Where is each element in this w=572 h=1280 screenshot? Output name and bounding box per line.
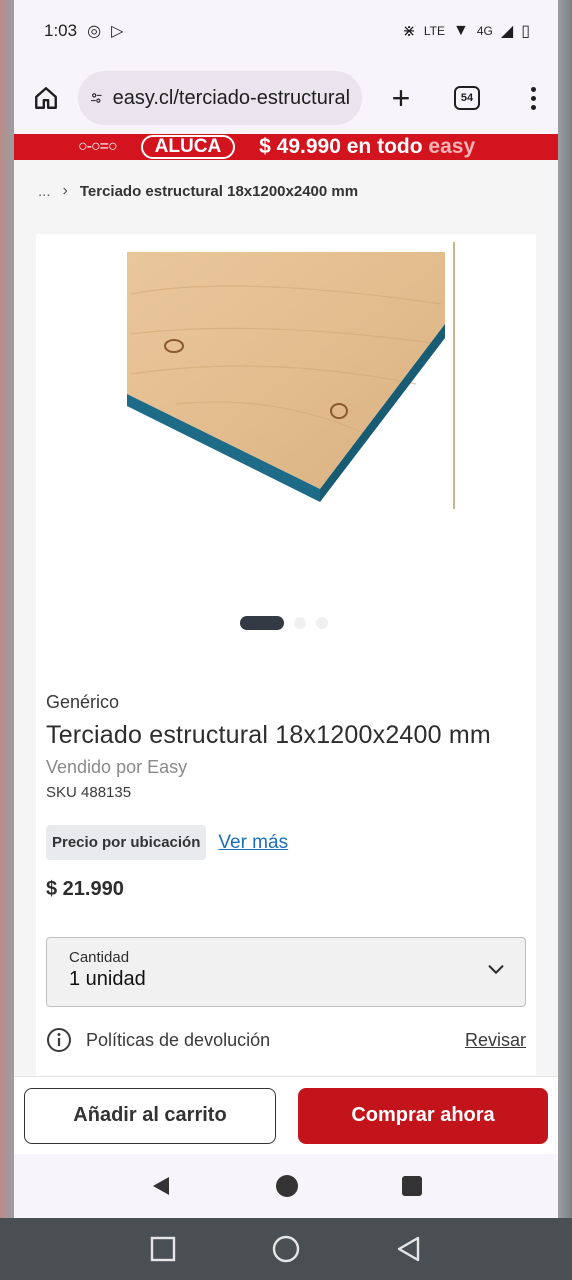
add-to-cart-button[interactable]: Añadir al carrito — [24, 1087, 276, 1144]
pagination-dot[interactable] — [316, 617, 328, 629]
quantity-select[interactable]: Cantidad 1 unidad — [46, 937, 526, 1007]
status-right: ⋇ LTE ▼ 4G ◢ ▯ — [402, 21, 530, 41]
system-navigation — [14, 1154, 558, 1218]
battery-icon: ▯ — [521, 23, 530, 40]
image-gallery[interactable] — [36, 234, 536, 664]
status-bar: 1:03 ◎ ▷ ⋇ LTE ▼ 4G ◢ ▯ — [14, 0, 558, 62]
pagination-dot-active[interactable] — [240, 616, 284, 630]
promo-text-main: $ 49.990 en todo — [259, 135, 429, 158]
quantity-value: 1 unidad — [69, 968, 146, 990]
back-icon[interactable] — [149, 1174, 173, 1198]
info-icon — [47, 1028, 71, 1052]
tune-icon[interactable] — [90, 87, 103, 109]
breadcrumb-current: Terciado estructural 18x1200x2400 mm — [79, 182, 359, 200]
tab-switcher-button[interactable]: 54 — [454, 86, 480, 110]
vibrate-icon: ⋇ — [402, 23, 416, 40]
breadcrumb: ... › Terciado estructural 18x1200x2400 … — [14, 160, 558, 222]
pagination-dot[interactable] — [294, 617, 306, 629]
product-title: Terciado estructural 18x1200x2400 mm — [46, 721, 491, 749]
home-button[interactable] — [30, 82, 62, 114]
truck-icon: ○-○=○ — [78, 138, 118, 155]
promo-brand: easy — [428, 135, 476, 158]
browser-toolbar: easy.cl/terciado-estructural-18x1200x240… — [14, 62, 558, 134]
see-more-link[interactable]: Ver más — [218, 832, 288, 854]
breadcrumb-separator: › — [62, 182, 68, 199]
product-card: Genérico Terciado estructural 18x1200x24… — [36, 234, 536, 1194]
notification-icon: ◎ — [87, 23, 102, 40]
review-policy-link[interactable]: Revisar — [465, 1030, 526, 1051]
promo-text: $ 49.990 en todo easy — [259, 135, 475, 159]
lte-icon: LTE — [423, 24, 446, 38]
product-info: Genérico Terciado estructural 18x1200x24… — [36, 692, 536, 1053]
address-bar[interactable]: easy.cl/terciado-estructural-18x1200x240… — [78, 71, 362, 125]
breadcrumb-ellipsis[interactable]: ... — [38, 183, 51, 200]
return-policy-row: Políticas de devolución Revisar — [46, 1027, 526, 1053]
more-vert-icon[interactable] — [528, 86, 538, 110]
chevron-down-icon — [488, 965, 504, 975]
product-brand[interactable]: Genérico — [46, 692, 526, 713]
home-outline-icon[interactable] — [272, 1235, 300, 1263]
status-left: 1:03 ◎ ▷ — [44, 21, 123, 41]
quantity-label: Cantidad — [69, 949, 130, 966]
back-outline-icon[interactable] — [396, 1236, 422, 1262]
recents-icon[interactable] — [401, 1175, 423, 1197]
gallery-pagination — [240, 616, 328, 630]
clock: 1:03 — [44, 21, 78, 40]
promo-banner[interactable]: ○-○=○ ALUCA $ 49.990 en todo easy — [14, 134, 558, 160]
location-price-row: Precio por ubicación Ver más — [46, 825, 526, 860]
home-icon — [35, 87, 57, 109]
location-price-badge: Precio por ubicación — [46, 825, 207, 860]
device-navigation — [0, 1218, 572, 1280]
product-image[interactable] — [36, 234, 536, 664]
phone-screen: 1:03 ◎ ▷ ⋇ LTE ▼ 4G ◢ ▯ easy.cl/terciado… — [14, 0, 558, 1218]
home-nav-icon[interactable] — [275, 1174, 299, 1198]
product-seller: Vendido por Easy — [46, 757, 188, 777]
recents-outline-icon[interactable] — [150, 1236, 176, 1262]
play-store-icon: ▷ — [111, 23, 124, 40]
product-page: ... › Terciado estructural 18x1200x2400 … — [14, 160, 558, 1218]
url-text[interactable]: easy.cl/terciado-estructural-18x1200x240… — [113, 87, 350, 110]
promo-badge: ALUCA — [140, 135, 236, 159]
signal-icon: ◢ — [500, 23, 514, 40]
purchase-action-bar: Añadir al carrito Comprar ahora — [14, 1076, 558, 1154]
return-policy-label: Políticas de devolución — [86, 1029, 271, 1050]
wifi-icon: ▼ — [453, 22, 469, 39]
network-type: 4G — [476, 24, 493, 38]
buy-now-button[interactable]: Comprar ahora — [298, 1087, 548, 1144]
product-sku: SKU 488135 — [46, 784, 132, 801]
new-tab-button[interactable]: + — [386, 80, 416, 117]
product-price: $ 21.990 — [46, 878, 124, 900]
